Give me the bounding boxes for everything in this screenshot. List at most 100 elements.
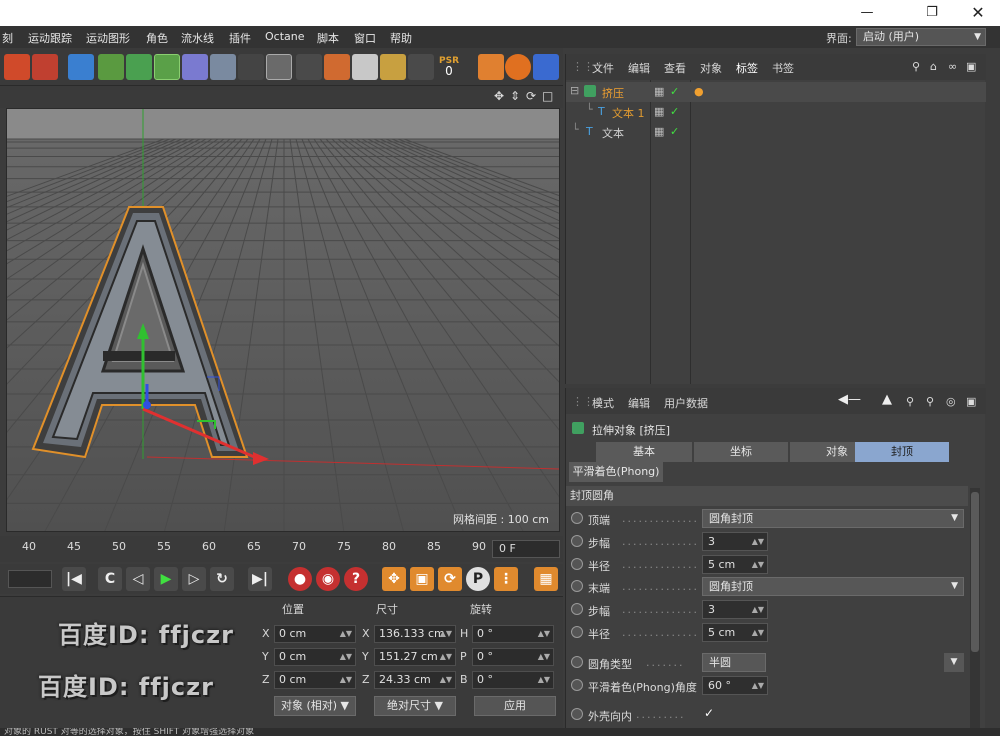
next-key-icon[interactable]: ↻ bbox=[210, 567, 234, 591]
previous-key-icon[interactable]: C bbox=[98, 567, 122, 591]
z-axis-point-icon[interactable] bbox=[143, 401, 151, 409]
previous-frame-icon[interactable]: ◁ bbox=[126, 567, 150, 591]
animate-radio[interactable] bbox=[571, 558, 583, 570]
fillet-type-select[interactable]: 半圆 bbox=[702, 653, 766, 672]
menu-item-octane[interactable]: Octane bbox=[265, 30, 305, 43]
object-row-extrude[interactable]: ⊟ 挤压 ▦ ✓ ● bbox=[566, 82, 986, 102]
rotation-key-icon[interactable]: ⟳ bbox=[438, 567, 462, 591]
render-view-icon[interactable] bbox=[4, 54, 30, 80]
animate-radio[interactable] bbox=[571, 535, 583, 547]
tab-basic[interactable]: 基本 bbox=[596, 442, 692, 462]
coordinate-mode-select[interactable]: 对象 (相对) ▼ bbox=[274, 696, 356, 716]
menu-item-character[interactable]: 角色 bbox=[146, 30, 168, 46]
snap-s-icon[interactable] bbox=[505, 54, 531, 80]
layer-icon[interactable]: ▦ bbox=[654, 85, 664, 98]
tree-toggle-icon[interactable]: ⊟ bbox=[570, 84, 579, 97]
x-collapse-icon[interactable] bbox=[478, 54, 504, 80]
parameter-key-icon[interactable]: P bbox=[466, 567, 490, 591]
search-icon[interactable]: ⚲ bbox=[912, 60, 920, 73]
new-panel-icon[interactable]: ▣ bbox=[966, 395, 976, 408]
point-level-key-icon[interactable]: ⋮ bbox=[494, 567, 518, 591]
minimize-button[interactable]: — bbox=[845, 2, 889, 24]
up-arrow-icon[interactable]: ▲ bbox=[882, 392, 892, 407]
chevron-down-icon[interactable]: ▼ bbox=[944, 653, 964, 672]
animate-radio[interactable] bbox=[571, 708, 583, 720]
search-icon[interactable]: ⚲ bbox=[906, 395, 914, 408]
animate-radio[interactable] bbox=[571, 580, 583, 592]
start-steps-field[interactable]: 3 ▲▼ bbox=[702, 532, 768, 551]
autokey-icon[interactable]: ◉ bbox=[316, 567, 340, 591]
render-queue-icon[interactable] bbox=[352, 54, 378, 80]
animate-radio[interactable] bbox=[571, 656, 583, 668]
light-icon[interactable] bbox=[266, 54, 292, 80]
motion-icon[interactable] bbox=[408, 54, 434, 80]
animate-radio[interactable] bbox=[571, 603, 583, 615]
3d-viewport[interactable]: 网格间距 : 100 cm bbox=[6, 108, 560, 532]
back-arrow-icon[interactable]: ◀— bbox=[838, 392, 861, 407]
pen-icon[interactable] bbox=[98, 54, 124, 80]
rot-p-field[interactable]: 0 ° ▲▼ bbox=[472, 648, 554, 666]
rot-h-field[interactable]: 0 ° ▲▼ bbox=[472, 625, 554, 643]
end-cap-select[interactable]: 圆角封顶 ▼ bbox=[702, 577, 964, 596]
start-frame-field[interactable] bbox=[8, 570, 52, 588]
layer-icon[interactable]: ▦ bbox=[654, 105, 664, 118]
enabled-check-icon[interactable]: ✓ bbox=[670, 85, 679, 98]
object-name-text1[interactable]: 文本 1 bbox=[612, 105, 645, 121]
tab-phong[interactable]: 平滑着色(Phong) bbox=[569, 462, 663, 482]
go-to-end-icon[interactable]: ▶| bbox=[248, 567, 272, 591]
om-menu-file[interactable]: 文件 bbox=[592, 60, 614, 76]
link-icon[interactable]: ∞ bbox=[948, 60, 957, 73]
enabled-check-icon[interactable]: ✓ bbox=[670, 105, 679, 118]
next-frame-icon[interactable]: ▷ bbox=[182, 567, 206, 591]
am-menu-edit[interactable]: 编辑 bbox=[628, 395, 650, 411]
close-button[interactable]: ✕ bbox=[956, 2, 1000, 24]
scrollbar-thumb[interactable] bbox=[971, 492, 979, 652]
phong-angle-field[interactable]: 60 ° ▲▼ bbox=[702, 676, 768, 695]
rot-b-field[interactable]: 0 ° ▲▼ bbox=[472, 671, 554, 689]
lock-icon[interactable]: ⚲ bbox=[926, 395, 934, 408]
move-view-icon[interactable]: ✥ bbox=[494, 89, 504, 103]
end-radius-field[interactable]: 5 cm ▲▼ bbox=[702, 623, 768, 642]
home-icon[interactable]: ⌂ bbox=[930, 60, 937, 73]
animate-radio[interactable] bbox=[571, 626, 583, 638]
end-steps-field[interactable]: 3 ▲▼ bbox=[702, 600, 768, 619]
am-menu-userdata[interactable]: 用户数据 bbox=[664, 395, 708, 411]
attributes-scrollbar[interactable] bbox=[970, 488, 980, 728]
psr-indicator[interactable]: PSR 0 bbox=[436, 54, 462, 80]
menu-item-motion-tracking[interactable]: 运动跟踪 bbox=[28, 30, 72, 46]
size-y-field[interactable]: 151.27 cm ▲▼ bbox=[374, 648, 456, 666]
record-keys-icon[interactable]: ● bbox=[288, 567, 312, 591]
floor-icon[interactable] bbox=[210, 54, 236, 80]
menu-item-animate[interactable]: 刻 bbox=[2, 30, 13, 46]
object-name-text[interactable]: 文本 bbox=[602, 125, 624, 141]
axis-xyz-icon[interactable] bbox=[380, 54, 406, 80]
apply-button[interactable]: 应用 bbox=[474, 696, 556, 716]
subdivision-icon[interactable] bbox=[126, 54, 152, 80]
target-icon[interactable]: ◎ bbox=[946, 395, 956, 408]
keyframe-selection-icon[interactable]: ? bbox=[344, 567, 368, 591]
deformer-icon[interactable] bbox=[182, 54, 208, 80]
material-icon[interactable] bbox=[324, 54, 350, 80]
tab-coordinates[interactable]: 坐标 bbox=[694, 442, 788, 462]
layout-select[interactable]: 启动 (用户) ▼ bbox=[856, 28, 986, 46]
menu-item-help[interactable]: 帮助 bbox=[390, 30, 412, 46]
object-name-extrude[interactable]: 挤压 bbox=[602, 85, 624, 101]
ik-icon[interactable] bbox=[296, 54, 322, 80]
pos-z-field[interactable]: 0 cm ▲▼ bbox=[274, 671, 356, 689]
start-cap-select[interactable]: 圆角封顶 ▼ bbox=[702, 509, 964, 528]
timeline-ruler[interactable]: 40 45 50 55 60 65 70 75 80 85 90 0 F bbox=[0, 536, 563, 562]
phong-tag-icon[interactable]: ● bbox=[694, 85, 704, 98]
om-menu-objects[interactable]: 对象 bbox=[700, 60, 722, 76]
om-menu-view[interactable]: 查看 bbox=[664, 60, 686, 76]
restore-button[interactable]: ❐ bbox=[910, 2, 954, 24]
menu-item-plugins[interactable]: 插件 bbox=[229, 30, 251, 46]
object-row-text[interactable]: └ T 文本 ▦ ✓ bbox=[566, 122, 986, 142]
cube-icon[interactable] bbox=[68, 54, 94, 80]
camera-icon[interactable] bbox=[238, 54, 264, 80]
film-strip-icon[interactable]: ▦ bbox=[534, 567, 558, 591]
layer-icon[interactable]: ▦ bbox=[654, 125, 664, 138]
pos-y-field[interactable]: 0 cm ▲▼ bbox=[274, 648, 356, 666]
hull-inwards-checkbox[interactable]: ✓ bbox=[704, 706, 714, 720]
rotate-view-icon[interactable]: ⟳ bbox=[526, 89, 536, 103]
start-radius-field[interactable]: 5 cm ▲▼ bbox=[702, 555, 768, 574]
